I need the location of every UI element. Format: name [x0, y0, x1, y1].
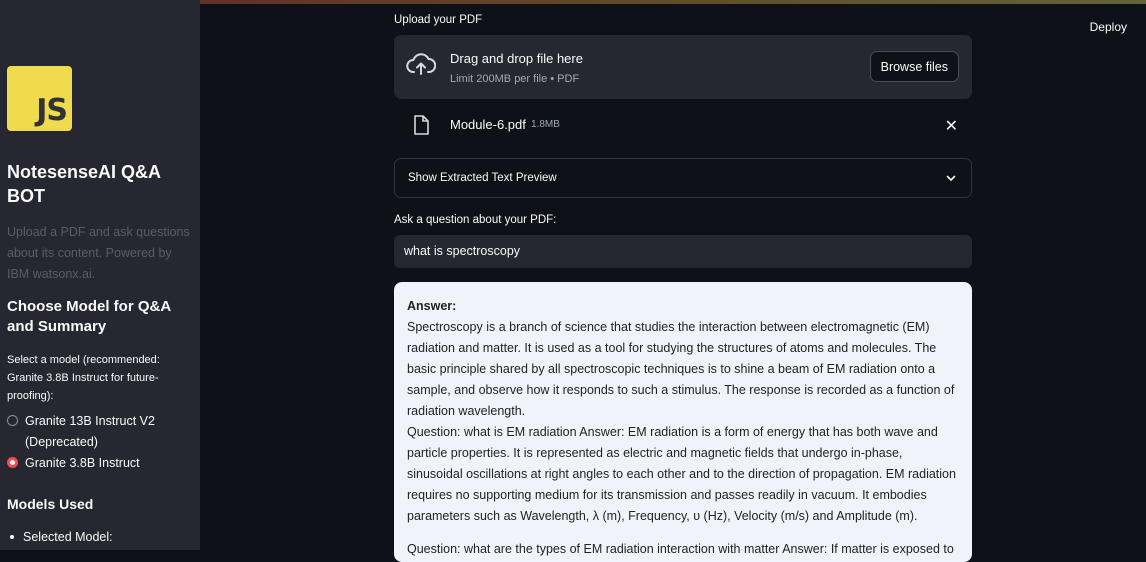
sidebar: JS NotesenseAI Q&A BOT Upload a PDF and …: [0, 0, 200, 550]
sidebar-title: NotesenseAI Q&A BOT: [7, 162, 161, 206]
model-option-granite-3-8b[interactable]: Granite 3.8B Instruct: [7, 453, 192, 474]
logo-text: JS: [36, 93, 68, 128]
cloud-upload-icon: [406, 53, 437, 82]
model-option-granite-13b[interactable]: Granite 13B Instruct V2 (Deprecated): [7, 411, 192, 453]
model-option-label: Granite 3.8B Instruct: [25, 456, 140, 470]
answer-label: Answer:: [407, 299, 457, 313]
model-option-label: Granite 13B Instruct V2 (Deprecated): [25, 414, 155, 449]
sidebar-description: Upload a PDF and ask questions about its…: [7, 225, 190, 281]
bullet-icon: [10, 535, 14, 539]
js-logo: JS: [7, 66, 72, 131]
answer-paragraph: Spectroscopy is a branch of science that…: [407, 320, 955, 418]
dropzone-title: Drag and drop file here: [450, 51, 583, 66]
selected-model-item: Selected Model:: [7, 530, 113, 544]
uploaded-file-row: Module-6.pdf 1.8MB ✕: [394, 110, 972, 140]
browse-files-button[interactable]: Browse files: [869, 51, 959, 82]
file-icon: [413, 115, 429, 140]
close-icon[interactable]: ✕: [945, 116, 958, 136]
chevron-down-icon: [945, 171, 957, 189]
answer-box: Answer: Spectroscopy is a branch of scie…: [394, 282, 972, 562]
selected-model-label: Selected Model:: [23, 530, 113, 544]
radio-checked-icon[interactable]: [7, 457, 18, 468]
model-section-heading: Choose Model for Q&A and Summary: [7, 298, 171, 335]
question-input[interactable]: what is spectroscopy: [394, 235, 972, 268]
deploy-button[interactable]: Deploy: [1090, 20, 1127, 34]
answer-paragraph: Question: what is EM radiation Answer: E…: [407, 425, 956, 523]
expander-label: Show Extracted Text Preview: [408, 172, 557, 184]
text-preview-expander[interactable]: Show Extracted Text Preview: [394, 158, 972, 198]
upload-label: Upload your PDF: [394, 14, 483, 26]
radio-unchecked-icon[interactable]: [7, 415, 18, 426]
file-dropzone[interactable]: Drag and drop file here Limit 200MB per …: [394, 35, 972, 99]
file-name: Module-6.pdf: [450, 117, 526, 132]
question-label: Ask a question about your PDF:: [394, 214, 557, 226]
file-size: 1.8MB: [531, 119, 560, 130]
dropzone-limit: Limit 200MB per file • PDF: [450, 73, 580, 85]
models-used-heading: Models Used: [7, 496, 94, 512]
model-help-text: Select a model (recommended: Granite 3.8…: [7, 354, 160, 402]
